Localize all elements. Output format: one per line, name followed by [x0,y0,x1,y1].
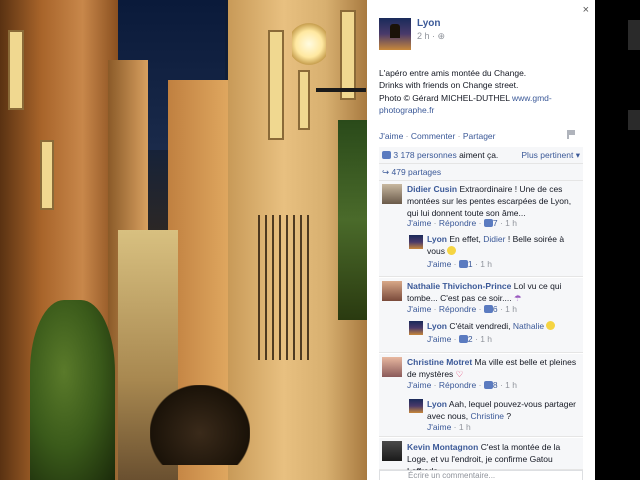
sort-dropdown[interactable]: Plus pertinent ▾ [521,150,580,160]
background-sidebar-item [628,20,640,50]
like-button[interactable]: J'aime [379,131,403,141]
commenter-avatar[interactable] [382,357,402,377]
commenter-name[interactable]: Nathalie Thivichon-Prince [407,281,511,291]
photo-window [340,10,356,100]
thumbs-up-icon [483,381,493,389]
reply-time[interactable]: 1 h [480,334,492,344]
flag-icon[interactable] [567,130,575,139]
reply-like-count[interactable]: 2 [468,334,473,344]
commenter-name[interactable]: Didier Cusin [407,184,457,194]
commenter-avatar[interactable] [382,184,402,204]
comment-input[interactable]: Écrire un commentaire... [379,470,583,480]
post-actions: J'aime · Commenter · Partager [379,131,496,141]
reply-avatar[interactable] [409,235,423,249]
post-timestamp[interactable]: 2 h · ⊕ [417,31,445,42]
share-arrow-icon: ↪ [382,167,390,177]
reply-mention[interactable]: Didier [483,234,505,244]
post-text-line: L'apéro entre amis montée du Change. [379,68,527,78]
comment-button[interactable]: Commenter [411,131,455,141]
reply-like-button[interactable]: J'aime [427,334,451,344]
likes-count-link[interactable]: 3 178 personnes [393,150,456,160]
comment-like-button[interactable]: J'aime [407,218,431,228]
post-text-line: Drinks with friends on Change street. [379,80,519,91]
reply-author[interactable]: Lyon [427,234,447,244]
reply-like-count[interactable]: 1 [468,259,473,269]
reply-text: C'était vendredi, [449,321,511,331]
post-panel: × Lyon 2 h · ⊕ L'apéro entre amis montée… [367,0,595,480]
reply-author[interactable]: Lyon [427,321,447,331]
photo-window [40,140,54,210]
comment-time[interactable]: 1 h [505,218,517,228]
photo-people [150,385,250,465]
comment-reply-button[interactable]: Répondre [439,218,476,228]
photo-window [8,30,24,110]
post-header: Lyon 2 h · ⊕ [379,18,445,50]
thumbs-up-icon [382,151,391,159]
likes-summary: 3 178 personnes aiment ça. Plus pertinen… [379,147,583,164]
comment-item: Kevin Montagnon C'est la montée de la Lo… [379,438,583,476]
commenter-name[interactable]: Christine Motret [407,357,472,367]
photo-lamp-arm [316,88,366,92]
post-photo[interactable] [0,0,367,480]
background-sidebar-item [628,110,640,130]
photo-credit: Photo © Gérard MICHEL-DUTHEL [379,92,510,103]
reply-like-button[interactable]: J'aime [427,422,451,432]
comment-time[interactable]: 1 h [505,304,517,314]
comment-like-count[interactable]: 7 [493,218,498,228]
reply-text: ? [506,411,512,421]
photo-ivy [338,120,367,320]
background-overlay[interactable] [595,0,640,480]
page-name-link[interactable]: Lyon [417,18,445,29]
share-button[interactable]: Partager [463,131,496,141]
thumbs-up-icon [483,219,493,227]
reply-text: En effet, [449,234,481,244]
comment-item: Nathalie Thivichon-Prince Lol vu ce qui … [379,278,583,353]
reply-time[interactable]: 1 h [459,422,471,432]
comment-item: Christine Motret Ma ville est belle et p… [379,354,583,437]
reply-time[interactable]: 1 h [480,259,492,269]
umbrella-icon: ☂ [514,293,522,303]
timestamp-text: 2 h · [417,31,436,41]
photo-street-lamp [292,20,326,68]
likes-suffix: aiment ça. [459,150,499,160]
reactions-box: 3 178 personnes aiment ça. Plus pertinen… [379,147,583,181]
comment-reply-button[interactable]: Répondre [439,304,476,314]
photo-railing [258,215,313,360]
commenter-avatar[interactable] [382,281,402,301]
reply-mention[interactable]: Christine [471,411,505,421]
separator: · [457,131,461,141]
commenter-name[interactable]: Kevin Montagnon [407,442,478,452]
shares-count-link[interactable]: 479 partages [392,167,442,177]
photo-window [298,70,310,130]
smiley-icon [447,246,457,255]
comment-like-count[interactable]: 8 [493,380,498,390]
page-avatar[interactable] [379,18,411,50]
reply-avatar[interactable] [409,399,423,413]
globe-icon: ⊕ [437,31,446,41]
comment-reply-button[interactable]: Répondre [439,380,476,390]
close-icon[interactable]: × [583,4,589,16]
comment-like-count[interactable]: 6 [493,304,498,314]
commenter-avatar[interactable] [382,441,402,461]
photo-window [268,30,284,140]
shares-summary: ↪ 479 partages [379,164,583,181]
thumbs-up-icon [483,305,493,313]
photo-viewer: × Lyon 2 h · ⊕ L'apéro entre amis montée… [0,0,640,480]
comment-like-button[interactable]: J'aime [407,380,431,390]
reply-avatar[interactable] [409,321,423,335]
separator: · [405,131,409,141]
thumbs-up-icon [458,335,468,343]
comment-like-button[interactable]: J'aime [407,304,431,314]
thumbs-up-icon [458,260,468,268]
comment-time[interactable]: 1 h [505,380,517,390]
smiley-icon [546,321,556,330]
post-message: L'apéro entre amis montée du Change. Dri… [379,67,584,116]
photo-plants [30,300,115,480]
reply-like-button[interactable]: J'aime [427,259,451,269]
reply-mention[interactable]: Nathalie [513,321,544,331]
heart-icon: ♡ [455,369,464,379]
reply-author[interactable]: Lyon [427,399,447,409]
comment-item: Didier Cusin Extraordinaire ! Une de ces… [379,181,583,277]
